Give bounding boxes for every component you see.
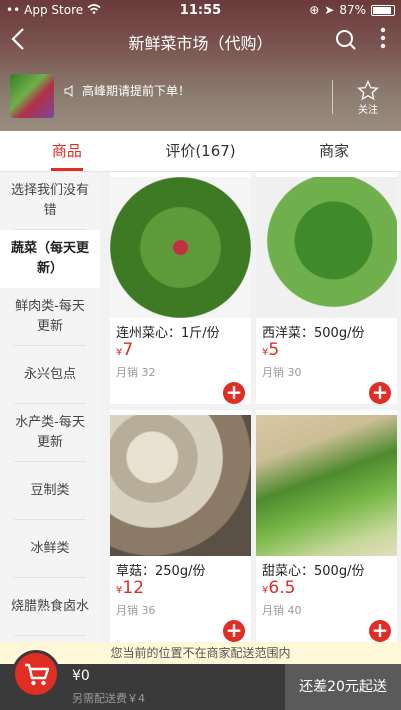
lock-rotation-icon: ⊕ <box>309 3 320 17</box>
category-item[interactable]: 豆制类 <box>0 462 100 520</box>
battery-percent: 87% <box>339 3 366 17</box>
category-item[interactable]: 永兴包点 <box>0 346 100 404</box>
category-item[interactable]: 烧腊熟食卤水 <box>0 578 100 636</box>
category-item[interactable]: 选择我们没有错 <box>0 172 100 230</box>
category-sidebar[interactable]: 选择我们没有错 蔬菜（每天更新） 鲜肉类-每天更新 永兴包点 水产类-每天更新 … <box>0 172 100 642</box>
product-card[interactable]: 西洋菜：500g/份 ¥5 月销 30 + <box>256 172 397 404</box>
product-sales: 月销 30 <box>262 366 302 379</box>
star-icon <box>357 80 379 101</box>
product-card[interactable]: 草菇：250g/份 ¥12 月销 36 + <box>110 410 251 642</box>
product-sales: 月销 32 <box>116 366 156 379</box>
cart-icon <box>25 663 50 686</box>
cart-total: ¥0 <box>72 668 90 684</box>
more-button[interactable] <box>379 26 387 50</box>
plus-icon: + <box>225 380 243 404</box>
plus-icon: + <box>371 618 389 642</box>
product-image[interactable] <box>110 415 251 556</box>
cart-button[interactable] <box>12 650 60 698</box>
status-bar: •• App Store 11:55 ⊕ ➤ 87% <box>0 0 401 22</box>
add-to-cart-button[interactable]: + <box>223 382 245 404</box>
divider <box>332 80 333 114</box>
search-icon <box>336 30 356 50</box>
battery-icon <box>371 4 395 16</box>
plus-icon: + <box>225 618 243 642</box>
product-price: ¥7 <box>116 340 134 360</box>
plus-icon: + <box>371 380 389 404</box>
category-item[interactable]: 鲜肉类-每天更新 <box>0 288 100 346</box>
shop-notice[interactable]: 高峰期请提前下单！ <box>64 82 190 99</box>
product-price: ¥12 <box>116 578 145 598</box>
delivery-notice: 您当前的位置不在商家配送范围内 <box>0 642 401 664</box>
product-price: ¥6.5 <box>262 578 296 598</box>
product-image[interactable] <box>256 415 397 556</box>
location-icon: ➤ <box>324 3 335 17</box>
shop-logo[interactable] <box>10 74 54 118</box>
category-item[interactable]: 冰鲜类 <box>0 520 100 578</box>
product-grid[interactable]: 连州菜心：1斤/份 ¥7 月销 32 + 西洋菜：500g/份 ¥5 月销 30… <box>100 172 401 642</box>
checkout-button[interactable]: 还差20元起送 <box>285 664 401 710</box>
tab-merchant[interactable]: 商家 <box>267 131 401 171</box>
tab-products[interactable]: 商品 <box>0 131 134 171</box>
product-card[interactable]: 连州菜心：1斤/份 ¥7 月销 32 + <box>110 172 251 404</box>
add-to-cart-button[interactable]: + <box>369 382 391 404</box>
category-item[interactable]: 水产类-每天更新 <box>0 404 100 462</box>
nav-bar: 新鲜菜市场（代购） <box>0 24 401 60</box>
product-name: 连州菜心：1斤/份 <box>116 326 220 341</box>
category-item-vegetables[interactable]: 蔬菜（每天更新） <box>0 230 100 288</box>
product-price: ¥5 <box>262 340 280 360</box>
product-name: 西洋菜：500g/份 <box>262 326 365 341</box>
product-name: 甜菜心：500g/份 <box>262 564 365 579</box>
tab-bar: 商品 评价(167) 商家 <box>0 131 401 171</box>
product-name: 草菇：250g/份 <box>116 564 206 579</box>
speaker-icon <box>64 84 73 97</box>
notice-text: 高峰期请提前下单！ <box>82 84 191 98</box>
add-to-cart-button[interactable]: + <box>369 620 391 642</box>
product-image[interactable] <box>256 177 397 318</box>
delivery-fee: 另需配送费￥4 <box>72 692 145 705</box>
follow-label: 关注 <box>358 105 378 116</box>
add-to-cart-button[interactable]: + <box>223 620 245 642</box>
product-sales: 月销 36 <box>116 604 156 617</box>
cart-bar: ¥0 另需配送费￥4 还差20元起送 <box>0 650 401 710</box>
more-vertical-icon <box>380 27 386 49</box>
product-sales: 月销 40 <box>262 604 302 617</box>
search-button[interactable] <box>335 29 357 51</box>
product-card[interactable]: 甜菜心：500g/份 ¥6.5 月销 40 + <box>256 410 397 642</box>
tab-reviews[interactable]: 评价(167) <box>134 131 268 171</box>
shop-header: •• App Store 11:55 ⊕ ➤ 87% 新鲜菜市场（代购） 高峰期… <box>0 0 401 131</box>
follow-button[interactable]: 关注 <box>357 80 379 116</box>
shop-info: 高峰期请提前下单！ 关注 <box>0 74 401 124</box>
product-image[interactable] <box>110 177 251 318</box>
